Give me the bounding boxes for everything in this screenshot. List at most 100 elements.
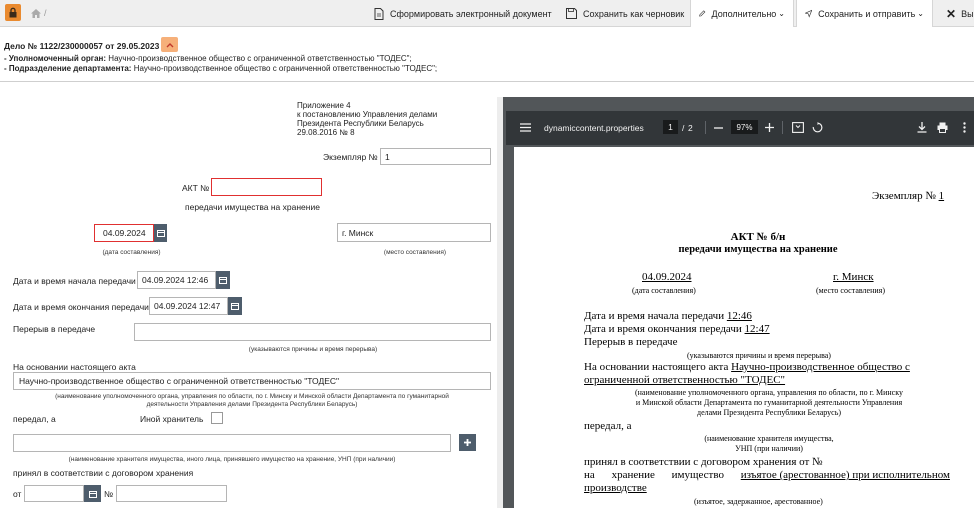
copy-number-input[interactable]: 1 (380, 148, 491, 165)
pdf-start-label: Дата и время начала передачи (584, 310, 725, 322)
other-keeper-checkbox[interactable] (211, 412, 223, 424)
save-send-label: Сохранить и отправить (818, 8, 916, 19)
act-number-input[interactable] (211, 178, 322, 196)
page-separator: / (682, 123, 685, 133)
exit-label: Вы (961, 8, 974, 19)
copy-number-label: Экземпляр № (323, 152, 378, 162)
add-keeper-button[interactable] (459, 434, 476, 451)
end-time-label: Дата и время окончания передачи (13, 302, 149, 312)
basis-note: (наименование уполномоченного органа, уп… (13, 393, 491, 408)
pdf-storage-line: на хранение имущество изъятое (арестован… (584, 469, 950, 481)
pdf-basis-org-line2: ограниченной ответственностью "ТОДЕС" (584, 374, 786, 386)
basis-label: На основании настоящего акта (13, 362, 136, 372)
annex-line: к постановлению Управления делами (297, 110, 438, 119)
collapse-header-button[interactable] (161, 37, 178, 52)
from-label: от (13, 489, 22, 499)
pdf-basis-note-line: и Минской области Департамента по гумани… (635, 398, 903, 407)
annex-block: Приложение 4 к постановлению Управления … (297, 101, 437, 137)
pdf-basis-line: На основании настоящего акта Научно-прои… (584, 361, 910, 373)
pdf-title: АКТ № б/н (730, 231, 786, 243)
save-icon (566, 8, 577, 19)
calendar-icon (231, 303, 239, 310)
contract-number-input[interactable] (116, 485, 227, 502)
menu-icon[interactable] (520, 123, 531, 132)
pdf-end-time: 12:47 (744, 323, 770, 335)
pdf-transferred: передал, а (584, 420, 632, 432)
basis-note-line: деятельности Управления делами Президент… (146, 400, 358, 408)
calendar-icon (88, 490, 97, 498)
pdf-filename: dynamiccontent.properties (544, 123, 644, 133)
department-line: - Подразделение департамента: Научно-про… (4, 64, 437, 73)
contract-date-input[interactable] (24, 485, 84, 502)
start-time-label: Дата и время начала передачи (13, 276, 136, 286)
act-form: Приложение 4 к постановлению Управления … (0, 97, 497, 508)
date-note: (дата составления) (102, 249, 161, 256)
save-draft-button[interactable]: Сохранить как черновик (566, 0, 684, 27)
zoom-in-icon[interactable] (765, 123, 774, 132)
save-send-dropdown[interactable]: Сохранить и отправить ⌄ (796, 0, 933, 27)
document-icon (374, 7, 384, 20)
zoom-out-icon[interactable] (714, 127, 723, 129)
pdf-storage-note: (изъятое, задержанное, арестованное) (694, 497, 823, 506)
pdf-basis-label: На основании настоящего акта (584, 361, 729, 373)
department-label: - Подразделение департамента: (4, 64, 132, 73)
basis-input[interactable]: Научно-производственное общество с огран… (13, 372, 491, 390)
download-icon[interactable] (917, 122, 927, 133)
place-input[interactable]: г. Минск (337, 223, 491, 242)
pdf-start-line: Дата и время начала передачи 12:46 (584, 310, 752, 322)
pdf-toolbar: dynamiccontent.properties 1 / 2 97% (506, 111, 974, 145)
break-input[interactable] (134, 323, 491, 341)
pdf-copy-label: Экземпляр № (872, 190, 936, 202)
toolbar-divider (782, 121, 783, 134)
calendar-icon (156, 230, 165, 237)
more-options-icon[interactable] (963, 122, 966, 133)
home-icon[interactable] (31, 8, 41, 18)
pdf-storage-line2: производстве (584, 482, 647, 494)
pdf-break-note: (указываются причины и время перерыва) (687, 351, 831, 360)
pdf-storage-word: на (584, 469, 595, 481)
close-icon: ✕ (946, 6, 957, 21)
annex-line: Приложение 4 (297, 101, 351, 110)
page-number-input[interactable]: 1 (663, 120, 678, 134)
fit-page-icon[interactable] (792, 122, 804, 133)
accepted-label: принял в соответствии с договором хранен… (13, 468, 194, 478)
toolbar-divider (705, 121, 706, 134)
end-time-input[interactable]: 04.09.2024 12:47 (149, 297, 228, 315)
chevron-down-icon: ⌄ (917, 9, 924, 18)
act-number-label: АКТ № (182, 183, 210, 193)
chevron-down-icon: ⌄ (778, 9, 785, 18)
save-draft-label: Сохранить как черновик (583, 8, 685, 19)
case-header: Дело № 1122/230000057 от 29.05.2023 - Уп… (0, 27, 974, 82)
start-time-calendar-button[interactable] (216, 271, 230, 289)
lock-icon (9, 7, 17, 18)
pdf-date-note: (дата составления) (632, 286, 696, 295)
more-dropdown[interactable]: Дополнительно ⌄ (690, 0, 794, 27)
department-value: Научно-производственное общество с огран… (133, 64, 438, 73)
pdf-subtitle: передачи имущества на хранение (678, 244, 838, 255)
keeper-input[interactable] (13, 434, 451, 452)
pdf-start-time: 12:46 (726, 310, 752, 322)
rotate-icon[interactable] (812, 122, 823, 133)
print-icon[interactable] (937, 122, 948, 133)
zoom-input[interactable]: 97% (731, 120, 758, 134)
keeper-note: (наименование хранителя имущества, иного… (68, 456, 396, 463)
exit-button[interactable]: ✕ Вы (946, 0, 974, 27)
date-input[interactable]: 04.09.2024 (94, 224, 154, 242)
send-icon (805, 9, 813, 18)
authority-value: Научно-производственное общество с огран… (108, 54, 412, 63)
transferred-label: передал, а (13, 414, 56, 424)
pdf-place-note: (место составления) (816, 286, 885, 295)
pdf-break-label: Перерыв в передаче (584, 336, 678, 348)
end-time-calendar-button[interactable] (228, 297, 242, 315)
date-calendar-button[interactable] (154, 224, 167, 242)
lock-button[interactable] (5, 4, 21, 21)
pdf-keeper-note-line: УНП (при наличии) (735, 444, 803, 453)
start-time-input[interactable]: 04.09.2024 12:46 (137, 271, 216, 289)
annex-line: Президента Республики Беларусь (297, 119, 424, 128)
pdf-end-line: Дата и время окончания передачи 12:47 (584, 323, 770, 335)
authority-label: - Уполномоченный орган: (4, 54, 107, 63)
place-note: (место составления) (383, 249, 447, 256)
generate-document-button[interactable]: Сформировать электронный документ (374, 0, 552, 27)
contract-date-calendar-button[interactable] (84, 485, 101, 502)
contract-number-label: № (104, 489, 114, 499)
